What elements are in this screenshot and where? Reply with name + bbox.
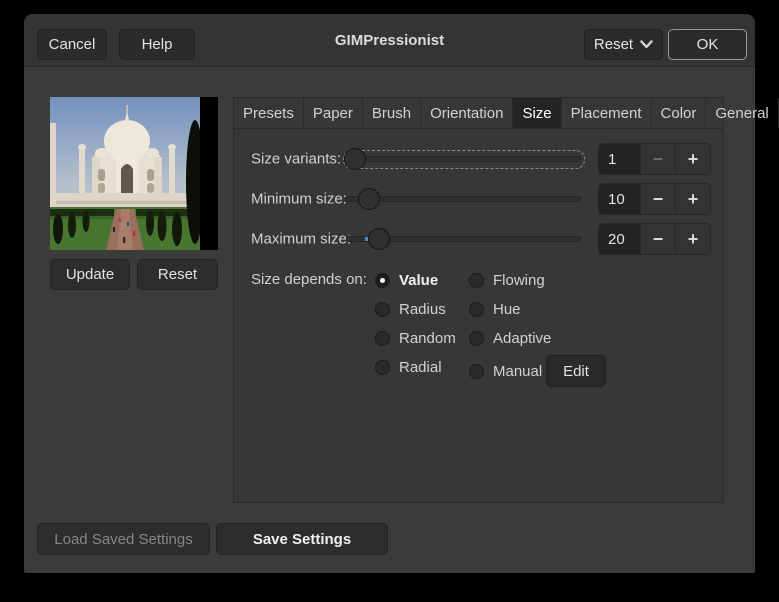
tab-orientation[interactable]: Orientation <box>421 98 513 128</box>
chevron-down-icon <box>640 40 653 49</box>
preview-reset-button[interactable]: Reset <box>137 259 218 290</box>
gimpressionist-dialog: GIMPressionist Cancel Help Reset OK <box>24 14 755 573</box>
radio-icon <box>469 273 484 288</box>
size-variants-spinbox: 1 − + <box>598 143 711 175</box>
minus-button[interactable]: − <box>640 144 675 174</box>
size-variants-slider[interactable] <box>346 143 598 175</box>
radio-icon <box>469 302 484 317</box>
help-button[interactable]: Help <box>119 29 195 60</box>
radio-icon <box>375 331 390 346</box>
tab-color[interactable]: Color <box>652 98 707 128</box>
taj-mahal-photo <box>50 97 200 250</box>
tab-bar: Presets Paper Brush Orientation Size Pla… <box>234 98 723 129</box>
size-variants-label: Size variants: <box>251 151 341 168</box>
radio-radius[interactable]: Radius <box>375 299 446 319</box>
minimum-size-label: Minimum size: <box>251 191 347 208</box>
slider-track[interactable] <box>346 156 581 162</box>
radio-radial[interactable]: Radial <box>375 357 442 377</box>
minimum-size-slider[interactable] <box>346 183 598 215</box>
tab-placement[interactable]: Placement <box>562 98 652 128</box>
maximum-size-row: Maximum size: 20 − + <box>251 223 711 255</box>
minimum-size-value[interactable]: 10 <box>599 184 640 214</box>
minus-button[interactable]: − <box>640 184 675 214</box>
plus-button[interactable]: + <box>675 144 710 174</box>
reset-dropdown-label: Reset <box>594 36 633 53</box>
radio-hue[interactable]: Hue <box>469 299 521 319</box>
cancel-button[interactable]: Cancel <box>37 29 107 60</box>
slider-thumb[interactable] <box>344 148 366 170</box>
load-saved-settings-button[interactable]: Load Saved Settings <box>37 523 210 555</box>
edit-button[interactable]: Edit <box>546 355 606 387</box>
tab-brush[interactable]: Brush <box>363 98 421 128</box>
radio-flowing[interactable]: Flowing <box>469 270 545 290</box>
ok-button[interactable]: OK <box>668 29 747 60</box>
radio-manual[interactable]: Manual <box>469 361 542 381</box>
settings-notebook: Presets Paper Brush Orientation Size Pla… <box>233 97 724 503</box>
minus-button[interactable]: − <box>640 224 675 254</box>
radio-adaptive[interactable]: Adaptive <box>469 328 551 348</box>
slider-thumb[interactable] <box>358 188 380 210</box>
radio-value[interactable]: Value <box>375 270 438 290</box>
radio-icon <box>375 302 390 317</box>
save-settings-button[interactable]: Save Settings <box>216 523 388 555</box>
slider-thumb[interactable] <box>368 228 390 250</box>
radio-icon <box>375 360 390 375</box>
minimum-size-row: Minimum size: 10 − + <box>251 183 711 215</box>
minimum-size-spinbox: 10 − + <box>598 183 711 215</box>
maximum-size-label: Maximum size: <box>251 231 351 248</box>
update-button[interactable]: Update <box>50 259 130 290</box>
tab-presets[interactable]: Presets <box>234 98 304 128</box>
reset-dropdown-button[interactable]: Reset <box>584 29 663 60</box>
radio-selected-icon <box>375 273 390 288</box>
plus-button[interactable]: + <box>675 224 710 254</box>
radio-random[interactable]: Random <box>375 328 456 348</box>
slider-track[interactable] <box>346 196 581 202</box>
radio-icon <box>469 364 484 379</box>
maximum-size-slider[interactable] <box>346 223 598 255</box>
maximum-size-value[interactable]: 20 <box>599 224 640 254</box>
tab-general[interactable]: General <box>706 98 778 128</box>
tab-size[interactable]: Size <box>513 98 561 128</box>
plus-button[interactable]: + <box>675 184 710 214</box>
size-depends-label: Size depends on: <box>251 271 367 288</box>
size-variants-value[interactable]: 1 <box>599 144 640 174</box>
header-bar: GIMPressionist Cancel Help Reset OK <box>24 14 755 67</box>
size-variants-row: Size variants: 1 − + <box>251 143 711 175</box>
screen-background: GIMPressionist Cancel Help Reset OK <box>0 0 779 602</box>
radio-icon <box>469 331 484 346</box>
preview-image <box>50 97 218 250</box>
maximum-size-spinbox: 20 − + <box>598 223 711 255</box>
tab-paper[interactable]: Paper <box>304 98 363 128</box>
